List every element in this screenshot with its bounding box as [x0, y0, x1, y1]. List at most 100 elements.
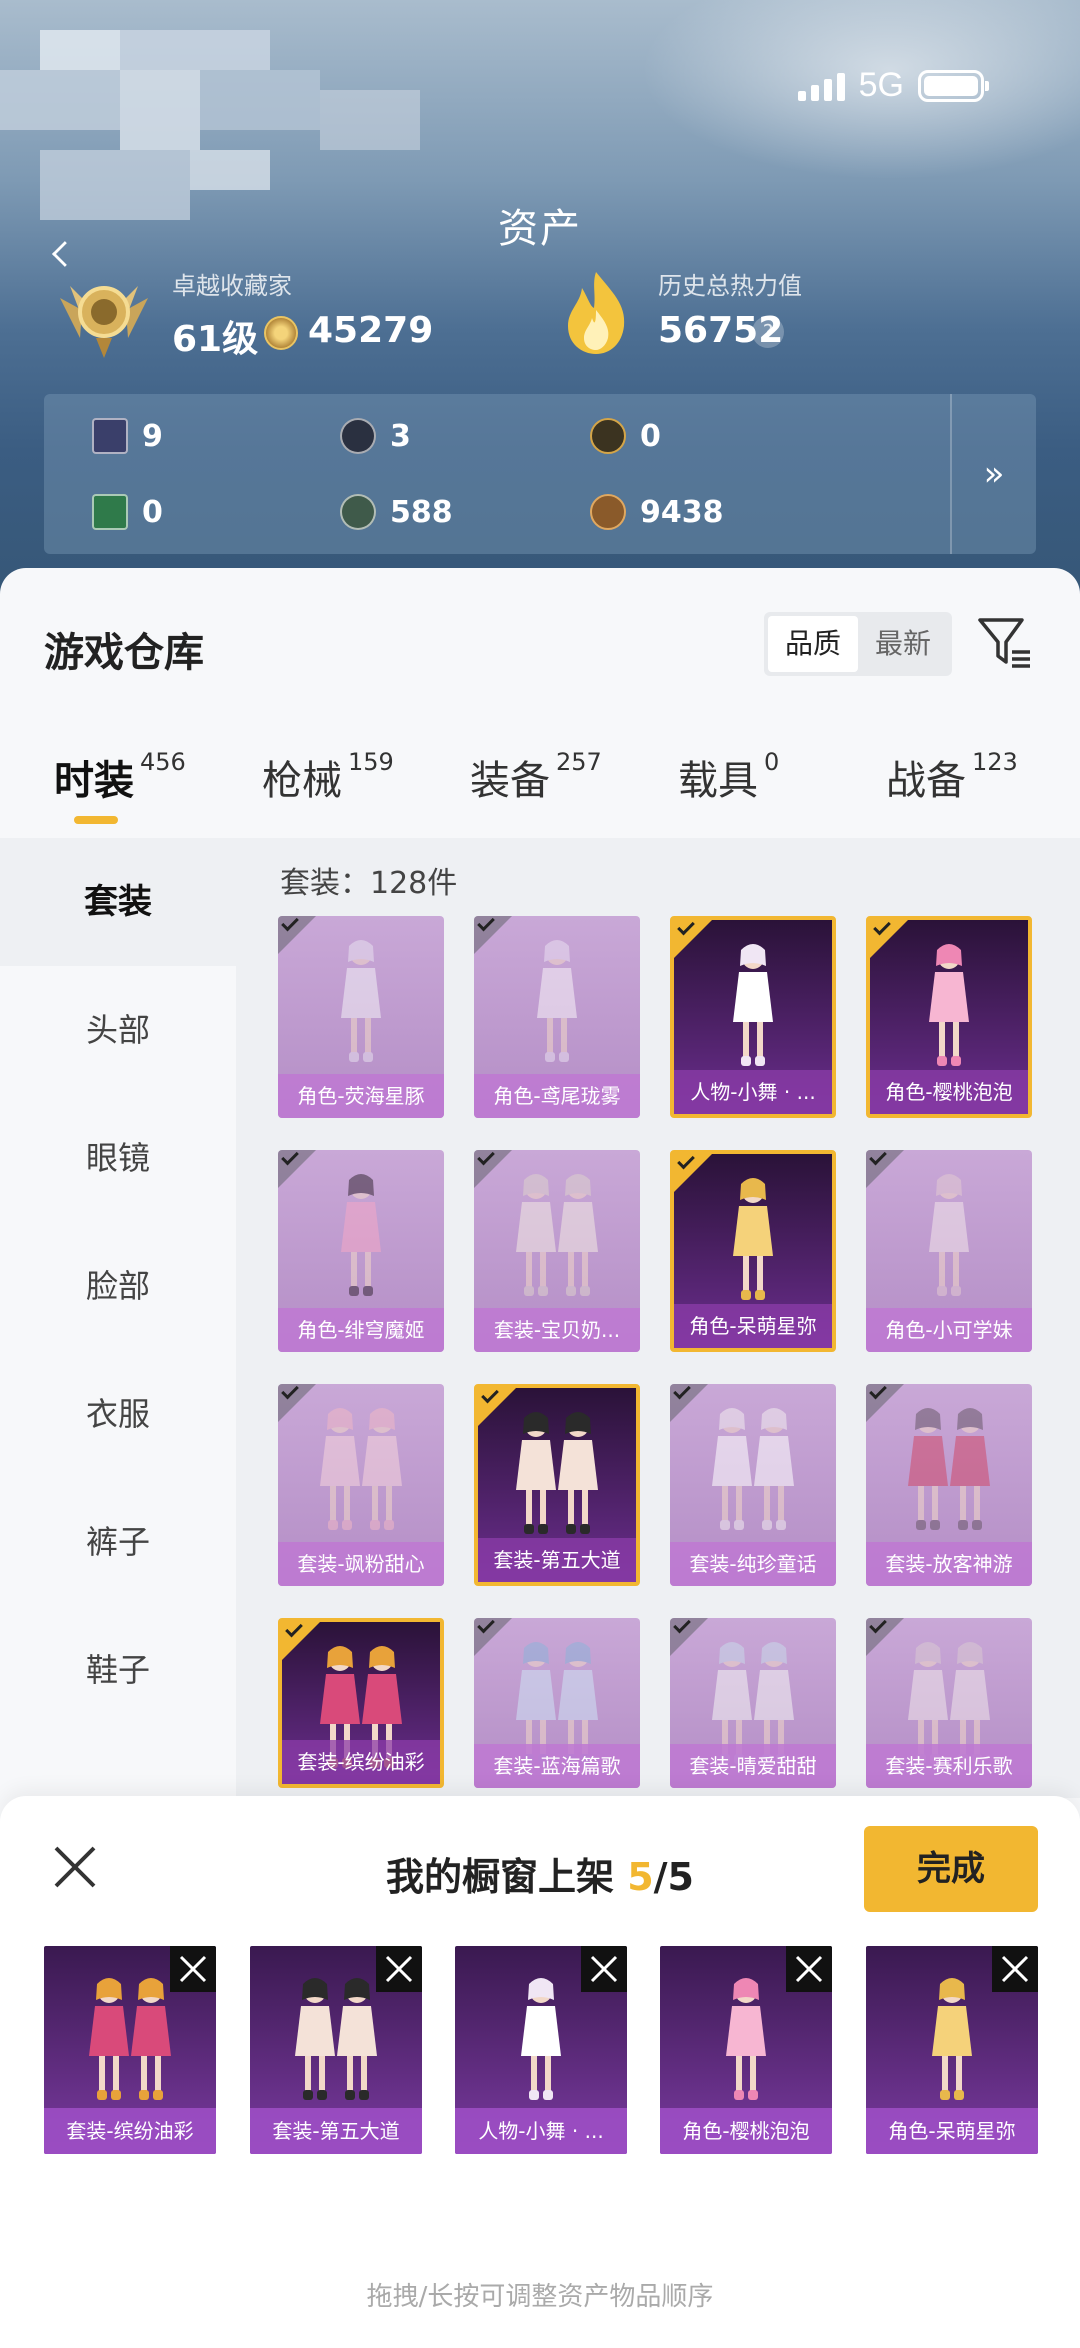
filter-icon[interactable] [976, 614, 1032, 670]
signal-icon [797, 71, 845, 101]
showcase-item[interactable]: 人物-小舞 · ... [455, 1946, 627, 2154]
warehouse-item[interactable]: 套装-赛利乐歌 [866, 1618, 1032, 1788]
item-name: 角色-荧海星豚 [278, 1074, 444, 1118]
warehouse-item[interactable]: 套装-晴爱甜甜 [670, 1618, 836, 1788]
item-count: 套装：128件 [280, 866, 458, 901]
coin-value: 45279 [308, 310, 434, 351]
item-name: 套装-缤纷油彩 [282, 1740, 440, 1784]
character-figure-icon [733, 1178, 773, 1300]
warehouse-item[interactable]: 角色-绯穹魔姬 [278, 1150, 444, 1352]
warehouse-item[interactable]: 角色-鸢尾珑雾 [474, 916, 640, 1118]
warehouse-item[interactable]: 套装-放客神游 [866, 1384, 1032, 1586]
warehouse-item[interactable]: 套装-第五大道 [474, 1384, 640, 1586]
close-icon [1001, 1955, 1029, 1983]
tab-guns[interactable]: 枪械 159 [262, 748, 394, 806]
showcase-item[interactable]: 角色-呆萌星弥 [866, 1946, 1038, 2154]
tab-label: 载具 [678, 758, 758, 804]
asset-item[interactable]: 0 [590, 418, 661, 454]
sidebar-item-glasses[interactable]: 眼镜 [0, 1094, 236, 1222]
battery-icon [918, 69, 989, 102]
warehouse-item[interactable]: 角色-呆萌星弥 [670, 1150, 836, 1352]
character-figure-icon [712, 1408, 794, 1530]
item-name: 角色-小可学妹 [866, 1308, 1032, 1352]
tab-count: 159 [348, 748, 394, 776]
showcase-item-name: 角色-樱桃泡泡 [660, 2108, 832, 2154]
sidebar-item-head[interactable]: 头部 [0, 966, 236, 1094]
showcase-item[interactable]: 套装-第五大道 [250, 1946, 422, 2154]
character-figure-icon [932, 1978, 972, 2100]
collector-badge-icon [60, 286, 148, 358]
showcase-item[interactable]: 套装-缤纷油彩 [44, 1946, 216, 2154]
asset-count: 0 [142, 494, 163, 530]
item-name: 角色-绯穹魔姬 [278, 1308, 444, 1352]
sort-newest[interactable]: 最新 [858, 616, 948, 672]
sidebar-item-face[interactable]: 脸部 [0, 1222, 236, 1350]
warehouse-item[interactable]: 套装-蓝海篇歌 [474, 1618, 640, 1788]
green-card-icon [92, 494, 128, 530]
tab-label: 时装 [54, 758, 134, 804]
showcase-sheet: 我的橱窗上架 5/5 完成 套装-缤纷油彩 套装-第五大道 人物-小舞 · ..… [0, 1796, 1080, 2348]
tab-gear[interactable]: 战备 123 [886, 748, 1018, 806]
sort-toggle: 品质 最新 [764, 612, 952, 676]
asset-item[interactable]: 0 [92, 494, 163, 530]
asset-item[interactable]: 9 [92, 418, 163, 454]
tab-count: 0 [764, 748, 780, 776]
showcase-title-text: 我的橱窗上架 [385, 1855, 628, 1899]
warehouse-body: 套装 头部 眼镜 脸部 衣服 裤子 鞋子 套装：128件 角色-荧海星豚 角色-… [0, 838, 1080, 2000]
warehouse-item[interactable]: 套装-宝贝奶... [474, 1150, 640, 1352]
help-icon[interactable]: ? [752, 316, 784, 348]
flame-icon [568, 272, 625, 354]
warehouse-item[interactable]: 套装-飒粉甜心 [278, 1384, 444, 1586]
asset-item[interactable]: 9438 [590, 494, 724, 530]
tab-vehicles[interactable]: 载具 0 [678, 748, 779, 806]
warehouse-item[interactable]: 角色-小可学妹 [866, 1150, 1032, 1352]
asset-item[interactable]: 3 [340, 418, 411, 454]
showcase-item[interactable]: 角色-樱桃泡泡 [660, 1946, 832, 2154]
character-figure-icon [733, 944, 773, 1066]
sidebar-item-suits[interactable]: 套装 [0, 838, 236, 966]
character-figure-icon [726, 1978, 766, 2100]
asset-count: 3 [390, 418, 411, 454]
collector-title: 卓越收藏家 [172, 272, 292, 300]
done-button[interactable]: 完成 [864, 1826, 1038, 1912]
warehouse-item[interactable]: 套装-缤纷油彩 [278, 1618, 444, 1788]
close-icon [179, 1955, 207, 1983]
showcase-total: /5 [653, 1855, 694, 1899]
item-name: 人物-小舞 · ... [674, 1070, 832, 1114]
remove-item-button[interactable] [170, 1946, 216, 1992]
character-figure-icon [929, 1174, 969, 1296]
category-tabs: 时装 456 枪械 159 装备 257 载具 0 战备 123 [0, 738, 1080, 818]
sidebar-item-pants[interactable]: 裤子 [0, 1478, 236, 1606]
sort-quality[interactable]: 品质 [768, 616, 858, 672]
sidebar-item-shoes[interactable]: 鞋子 [0, 1606, 236, 1734]
tab-count: 456 [140, 748, 186, 776]
warehouse-item[interactable]: 人物-小舞 · ... [670, 916, 836, 1118]
sidebar-item-clothes[interactable]: 衣服 [0, 1350, 236, 1478]
item-name: 套装-飒粉甜心 [278, 1542, 444, 1586]
close-icon [385, 1955, 413, 1983]
remove-item-button[interactable] [992, 1946, 1038, 1992]
item-name: 套装-赛利乐歌 [866, 1744, 1032, 1788]
remove-item-button[interactable] [581, 1946, 627, 1992]
showcase-item-name: 套装-缤纷油彩 [44, 2108, 216, 2154]
character-figure-icon [516, 1174, 598, 1296]
remove-item-button[interactable] [376, 1946, 422, 1992]
character-figure-icon [341, 940, 381, 1062]
warehouse-item[interactable]: 角色-樱桃泡泡 [866, 916, 1032, 1118]
remove-item-button[interactable] [786, 1946, 832, 1992]
status-bar: 5G [797, 66, 989, 105]
close-icon [795, 1955, 823, 1983]
tab-fashion[interactable]: 时装 456 [54, 748, 186, 806]
warehouse-item[interactable]: 角色-荧海星豚 [278, 916, 444, 1118]
reorder-hint: 拖拽/长按可调整资产物品顺序 [366, 2282, 714, 2312]
tab-equipment[interactable]: 装备 257 [470, 748, 602, 806]
sidebar: 套装 头部 眼镜 脸部 衣服 裤子 鞋子 [0, 838, 236, 1798]
warehouse-item[interactable]: 套装-纯珍童话 [670, 1384, 836, 1586]
asset-item[interactable]: 588 [340, 494, 453, 530]
asset-count: 0 [640, 418, 661, 454]
jade-coin-icon [340, 494, 376, 530]
coin-icon [264, 316, 298, 350]
more-assets-button[interactable]: » [950, 394, 1036, 554]
silver-coin-icon [340, 418, 376, 454]
tab-indicator [74, 816, 118, 824]
